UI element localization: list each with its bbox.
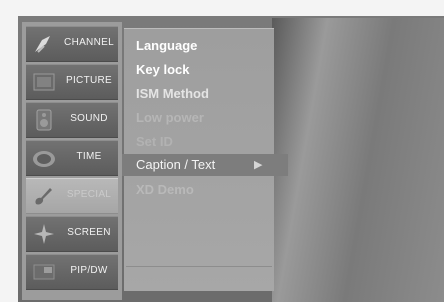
menu-item-channel[interactable]: CHANNEL (26, 26, 118, 62)
submenu-item-ism-method[interactable]: ISM Method (136, 83, 209, 105)
divider (126, 266, 272, 267)
menu-item-special[interactable]: SPECIAL (26, 178, 118, 214)
submenu-item-xd-demo: XD Demo (136, 182, 194, 197)
submenu-item-set-id: Set ID (136, 134, 173, 149)
screen-adjust-icon (32, 222, 56, 246)
menu-item-screen[interactable]: SCREEN (26, 216, 118, 252)
menu-item-sound[interactable]: SOUND (26, 102, 118, 138)
caption-text-label: Caption / Text (136, 157, 216, 172)
menu-item-label: SPECIAL (66, 189, 112, 200)
submenu-item-language[interactable]: Language (136, 35, 197, 57)
submenu-item-key-lock[interactable]: Key lock (136, 59, 189, 81)
prev-hint: Prev. (138, 271, 161, 282)
satellite-dish-icon (32, 32, 56, 56)
picture-icon (32, 70, 56, 94)
submenu-item-caption-text[interactable]: Caption / Text ▶ (122, 154, 288, 176)
speaker-icon (32, 108, 56, 132)
tv-screen-preview (272, 18, 444, 302)
menu-item-time[interactable]: TIME (26, 140, 118, 176)
pip-icon (32, 260, 56, 284)
menu-item-label: SOUND (70, 113, 108, 124)
guitar-icon (32, 184, 56, 208)
menu-item-label: PICTURE (66, 75, 112, 86)
main-menu: CHANNEL PICTURE SOUND TIME SPECIAL SCREE… (22, 22, 122, 300)
menu-item-picture[interactable]: PICTURE (26, 64, 118, 100)
menu-item-label: SCREEN (67, 227, 111, 238)
arrow-right-icon: ▶ (254, 159, 263, 171)
menu-item-pipdw[interactable]: PIP/DW (26, 254, 118, 290)
submenu-item-low-power: Low power (136, 110, 204, 125)
clock-icon (32, 146, 56, 170)
menu-item-label: CHANNEL (64, 37, 114, 48)
menu-item-label: PIP/DW (70, 265, 108, 276)
menu-item-label: TIME (76, 151, 102, 162)
